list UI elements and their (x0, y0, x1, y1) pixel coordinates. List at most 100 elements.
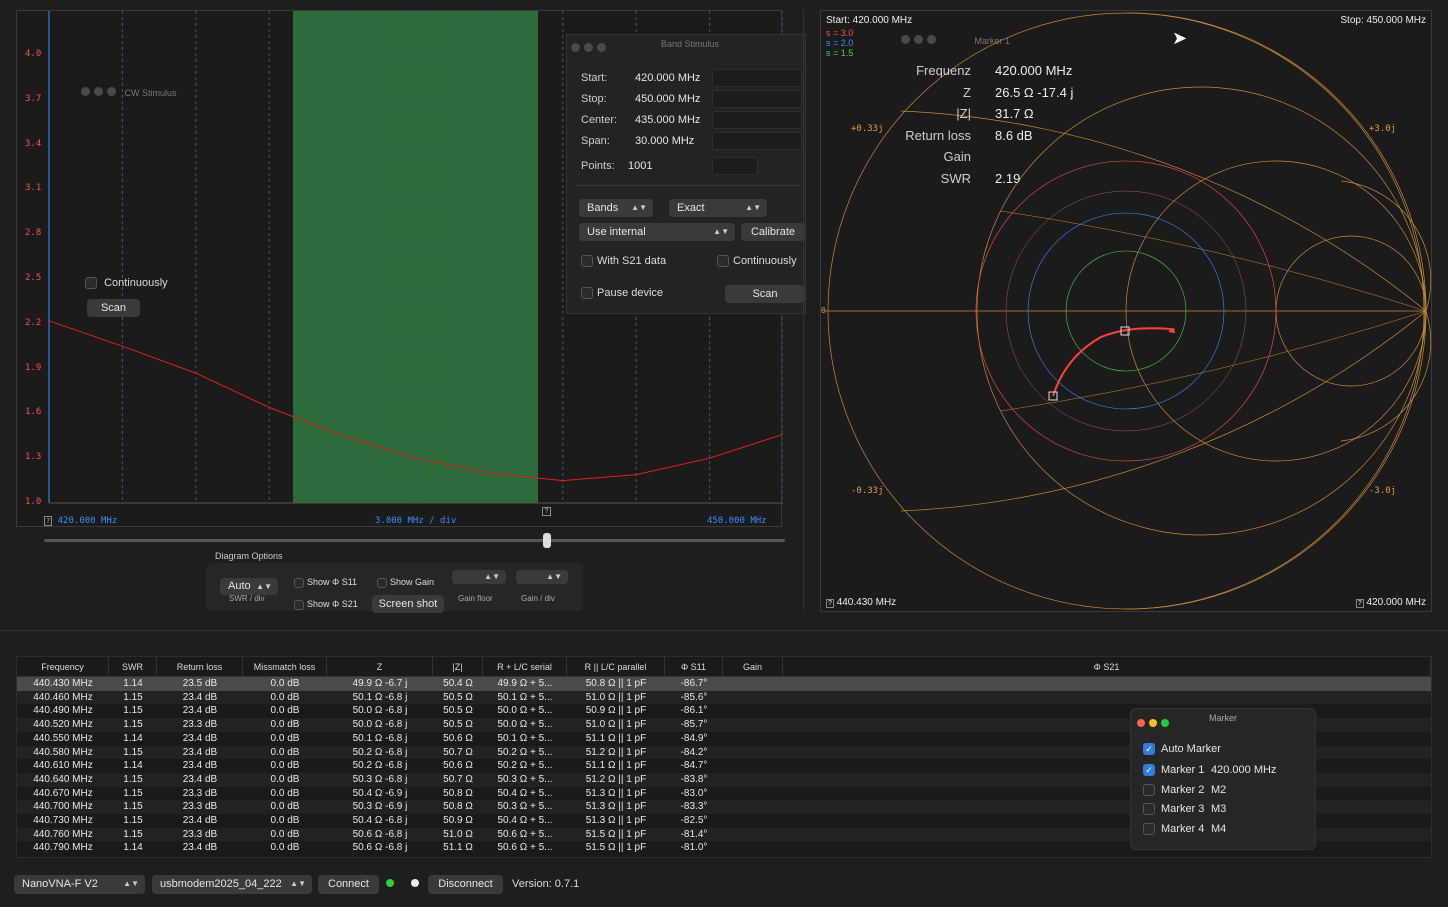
slider-handle[interactable] (543, 533, 551, 548)
checkbox-icon[interactable] (1143, 803, 1155, 816)
checkbox-icon[interactable] (581, 255, 593, 268)
window-zoom-icon[interactable] (107, 87, 116, 96)
exact-select[interactable]: Exact ▲▼ (669, 199, 767, 217)
column-header[interactable]: Frequency (17, 657, 109, 677)
window-zoom-icon[interactable] (597, 43, 606, 52)
table-cell: -81.0° (680, 842, 708, 854)
marker-checkbox[interactable]: ✓ Marker 1 420.000 MHz (1143, 764, 1276, 777)
window-zoom-icon[interactable] (927, 35, 936, 44)
checkbox-icon[interactable]: ✓ (1143, 764, 1155, 777)
readout-value: 31.7 Ω (995, 106, 1034, 121)
table-cell: 50.4 Ω + 5... (497, 787, 553, 799)
show-s21-checkbox[interactable]: Show Φ S21 (294, 599, 358, 610)
checkbox-icon[interactable] (717, 255, 729, 268)
checkbox-icon[interactable] (85, 277, 97, 290)
cw-stimulus-window: CW Stimulus (81, 83, 181, 101)
swr-div-select[interactable]: Auto ▲▼ (220, 578, 278, 595)
column-header[interactable]: Φ S11 (665, 657, 723, 677)
show-s11-checkbox[interactable]: Show Φ S11 (294, 577, 357, 588)
marker-checkbox[interactable]: Marker 2 M2 (1143, 783, 1226, 796)
connect-button[interactable]: Connect (318, 875, 379, 894)
checkbox-icon[interactable] (581, 287, 593, 300)
center-input[interactable] (712, 111, 802, 129)
show-gain-checkbox[interactable]: Show Gain (377, 577, 434, 588)
span-value: 30.000 MHz (635, 135, 695, 147)
calibrate-button[interactable]: Calibrate (741, 223, 805, 241)
window-close-icon[interactable] (1137, 719, 1145, 727)
start-input[interactable] (712, 69, 802, 87)
points-input[interactable] (712, 157, 758, 175)
window-close-icon[interactable] (81, 87, 90, 96)
window-minimize-icon[interactable] (94, 87, 103, 96)
table-row[interactable]: 440.430 MHz 1.14 23.5 dB 0.0 dB 49.9 Ω -6.7 … (17, 677, 1431, 691)
cw-continuously-checkbox[interactable]: Continuously (85, 277, 168, 290)
pause-device-checkbox[interactable]: Pause device (581, 287, 663, 300)
band-scan-button[interactable]: Scan (725, 285, 805, 303)
column-header[interactable]: Φ S21 (783, 657, 1431, 677)
readout-label: Return loss (905, 127, 971, 143)
marker-checkbox[interactable]: Marker 4 M4 (1143, 822, 1226, 835)
band-continuously-checkbox[interactable]: Continuously (717, 255, 797, 268)
auto-marker-checkbox[interactable]: ✓ Auto Marker (1143, 743, 1221, 756)
window-minimize-icon[interactable] (584, 43, 593, 52)
horizontal-divider[interactable] (0, 630, 1448, 631)
column-header[interactable]: Gain (723, 657, 783, 677)
table-cell: 23.3 dB (182, 787, 218, 799)
checkbox-icon[interactable] (1143, 783, 1155, 796)
stop-frequency-label: 450.000 MHz (707, 516, 767, 526)
device-select[interactable]: NanoVNA-F V2 ▲▼ (14, 875, 145, 894)
window-minimize-icon[interactable] (1149, 719, 1157, 727)
table-cell: -81.4° (680, 828, 708, 840)
screenshot-button[interactable]: Screen shot (372, 595, 444, 613)
column-header[interactable]: R || L/C parallel (567, 657, 665, 677)
column-header[interactable]: SWR (109, 657, 157, 677)
checkbox-icon[interactable] (1143, 822, 1155, 835)
column-header[interactable]: R + L/C serial (483, 657, 567, 677)
s21-data-checkbox[interactable]: With S21 data (581, 255, 666, 268)
span-input[interactable] (712, 132, 802, 150)
gain-floor-select[interactable]: ▲▼ (452, 570, 506, 584)
gain-div-select[interactable]: ▲▼ (516, 570, 568, 584)
table-row[interactable]: 440.460 MHz 1.15 23.4 dB 0.0 dB 50.1 Ω -6.8 … (17, 690, 1431, 705)
cw-stimulus-title: CW Stimulus (124, 88, 177, 98)
readout-value: 8.6 dB (995, 127, 1033, 143)
stop-value: 450.000 MHz (635, 93, 701, 105)
disconnect-button[interactable]: Disconnect (428, 875, 503, 894)
smith-chart[interactable] (821, 11, 1433, 613)
checkbox-icon[interactable] (377, 577, 387, 588)
marker-handle[interactable]: ? (542, 507, 551, 516)
window-minimize-icon[interactable] (914, 35, 923, 44)
marker-checkbox[interactable]: Marker 3 M3 (1143, 803, 1226, 816)
window-zoom-icon[interactable] (1161, 719, 1169, 727)
table-cell: 50.1 Ω -6.8 j (352, 691, 408, 703)
calibration-select[interactable]: Use internal ▲▼ (579, 223, 735, 241)
checkbox-icon[interactable] (294, 599, 304, 610)
table-cell: 51.1 Ω || 1 pF (585, 760, 647, 772)
split-divider[interactable] (803, 10, 804, 610)
table-cell: 0.0 dB (270, 842, 300, 854)
frequency-slider[interactable] (44, 539, 785, 542)
table-cell: 440.790 MHz (33, 842, 93, 854)
column-header[interactable]: Return loss (157, 657, 243, 677)
checkmark-icon[interactable]: ✓ (1143, 743, 1155, 756)
tick-label: -0.33j (851, 486, 884, 496)
cw-scan-button[interactable]: Scan (87, 299, 140, 317)
table-cell: 23.3 dB (182, 801, 218, 813)
window-close-icon[interactable] (901, 35, 910, 44)
stop-input[interactable] (712, 90, 802, 108)
checkbox-icon[interactable] (294, 577, 304, 588)
bands-select[interactable]: Bands ▲▼ (579, 199, 653, 217)
column-header[interactable]: |Z| (433, 657, 483, 677)
table-cell: 51.3 Ω || 1 pF (585, 787, 647, 799)
window-close-icon[interactable] (571, 43, 580, 52)
smith-start-label: Start: 420.000 MHz (826, 15, 913, 26)
table-cell: 1.14 (123, 678, 143, 689)
table-cell: 51.0 Ω || 1 pF (585, 691, 647, 703)
column-header[interactable]: Z (327, 657, 433, 677)
table-cell: 23.4 dB (182, 705, 218, 717)
table-cell: 440.610 MHz (33, 760, 93, 772)
column-header[interactable]: Missmatch loss (243, 657, 327, 677)
port-select[interactable]: usbmodem2025_04_222 ▲▼ (152, 875, 312, 894)
table-cell: 50.1 Ω + 5... (497, 732, 553, 744)
gain-floor-caption: Gain floor (458, 594, 493, 603)
